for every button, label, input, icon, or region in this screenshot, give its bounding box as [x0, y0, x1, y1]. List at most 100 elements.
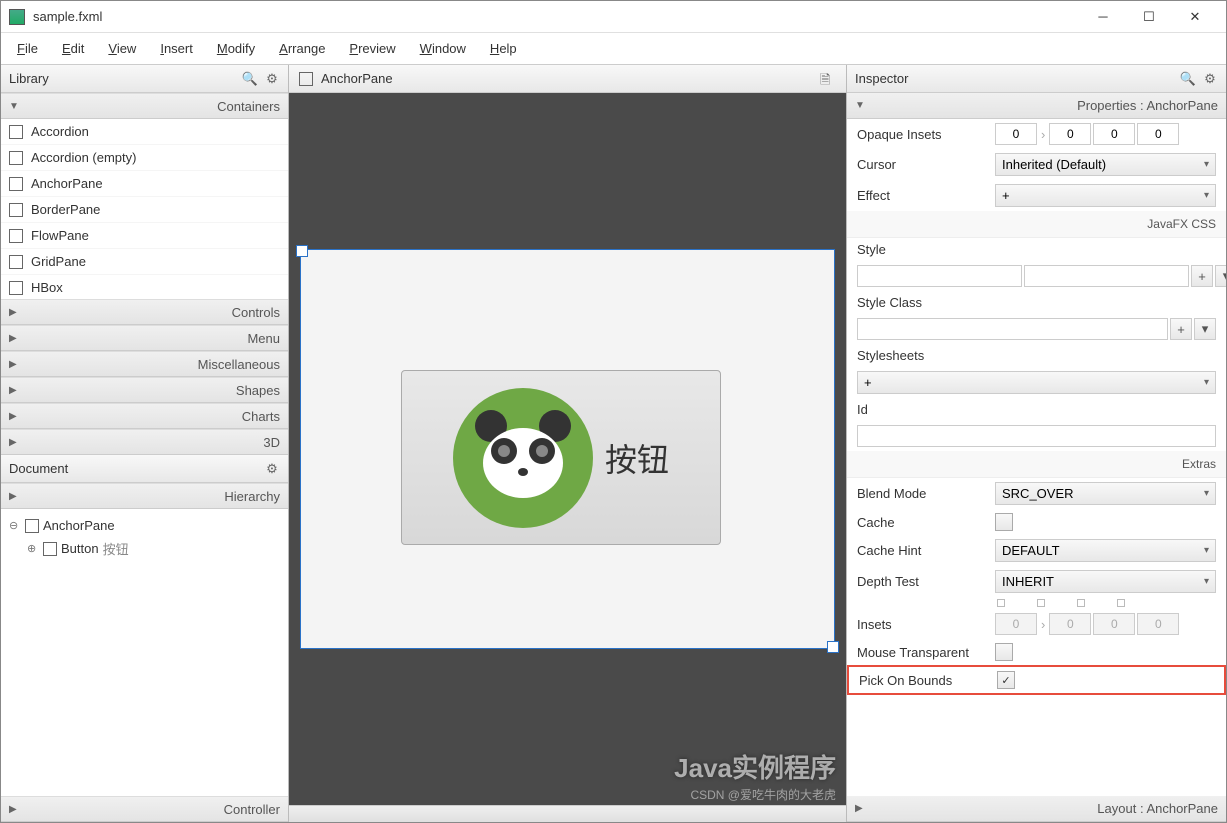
document-header: Document ⚙	[1, 455, 288, 483]
demo-button[interactable]: 按钮	[401, 370, 721, 545]
properties-section[interactable]: ▼Properties : AnchorPane	[847, 93, 1226, 119]
style-menu-button[interactable]: ▾	[1215, 265, 1226, 287]
collapse-icon[interactable]: ⊖	[9, 519, 21, 532]
inspector-header: Inspector 🔍 ⚙	[847, 65, 1226, 93]
canvas-area[interactable]: 按钮 Java实例程序 CSDN @爱吃牛肉的大老虎	[289, 93, 846, 805]
lib-item-gridpane[interactable]: GridPane	[1, 249, 288, 275]
library-header: Library 🔍 ⚙	[1, 65, 288, 93]
expand-icon[interactable]: ⊕	[27, 542, 39, 555]
section-shapes[interactable]: ▶Shapes	[1, 377, 288, 403]
button-text: 按钮	[605, 435, 669, 481]
menu-edit[interactable]: Edit	[62, 41, 84, 56]
section-3d[interactable]: ▶3D	[1, 429, 288, 455]
maximize-button[interactable]: ☐	[1126, 2, 1172, 32]
menu-window[interactable]: Window	[420, 41, 466, 56]
lib-item-hbox[interactable]: HBox	[1, 275, 288, 299]
gear-icon[interactable]: ⚙	[264, 461, 280, 477]
containers-list: Accordion Accordion (empty) AnchorPane B…	[1, 119, 288, 299]
cache-hint-combo[interactable]: DEFAULT	[995, 539, 1216, 562]
center-panel: AnchorPane 🗎 按钮 Java实例程序 CSDN @爱吃牛肉的大老虎	[289, 65, 846, 822]
row-blend-mode: Blend Mode SRC_OVER	[847, 478, 1226, 509]
lib-item-borderpane[interactable]: BorderPane	[1, 197, 288, 223]
style-class-input[interactable]	[857, 318, 1168, 340]
lib-item-accordion-empty[interactable]: Accordion (empty)	[1, 145, 288, 171]
cursor-combo[interactable]: Inherited (Default)	[995, 153, 1216, 176]
cache-checkbox[interactable]	[995, 513, 1013, 531]
button-icon	[43, 542, 57, 556]
menu-arrange[interactable]: Arrange	[279, 41, 325, 56]
inset-field	[1137, 613, 1179, 635]
canvas-header: AnchorPane 🗎	[289, 65, 846, 93]
section-hierarchy[interactable]: ▶Hierarchy	[1, 483, 288, 509]
row-opaque-insets: Opaque Insets ›	[847, 119, 1226, 149]
add-class-button[interactable]: +	[1170, 318, 1192, 340]
style-value[interactable]	[1024, 265, 1189, 287]
menu-help[interactable]: Help	[490, 41, 517, 56]
row-depth-test: Depth Test INHERIT	[847, 566, 1226, 597]
blend-mode-combo[interactable]: SRC_OVER	[995, 482, 1216, 505]
class-menu-button[interactable]: ▾	[1194, 318, 1216, 340]
search-icon[interactable]: 🔍	[242, 71, 258, 87]
inset-top[interactable]	[995, 123, 1037, 145]
pick-on-bounds-checkbox[interactable]: ✓	[997, 671, 1015, 689]
container-icon	[9, 229, 23, 243]
lib-item-flowpane[interactable]: FlowPane	[1, 223, 288, 249]
tree-root[interactable]: ⊖ AnchorPane	[5, 515, 284, 536]
section-containers[interactable]: ▼Containers	[1, 93, 288, 119]
stylesheets-combo[interactable]: +	[857, 371, 1216, 394]
row-cache-hint: Cache Hint DEFAULT	[847, 535, 1226, 566]
tree-child[interactable]: ⊕ Button 按钮	[5, 536, 284, 561]
effect-combo[interactable]: +	[995, 184, 1216, 207]
menubar: File Edit View Insert Modify Arrange Pre…	[1, 33, 1226, 65]
section-misc[interactable]: ▶Miscellaneous	[1, 351, 288, 377]
lib-item-anchorpane[interactable]: AnchorPane	[1, 171, 288, 197]
container-icon	[9, 125, 23, 139]
close-button[interactable]: ✕	[1172, 2, 1218, 32]
depth-test-combo[interactable]: INHERIT	[995, 570, 1216, 593]
row-effect: Effect +	[847, 180, 1226, 211]
inset-right[interactable]	[1049, 123, 1091, 145]
row-insets: Insets ›	[847, 609, 1226, 639]
search-icon[interactable]: 🔍	[1180, 71, 1196, 87]
inset-left[interactable]	[1137, 123, 1179, 145]
minimize-button[interactable]: ─	[1080, 2, 1126, 32]
inset-bottom[interactable]	[1093, 123, 1135, 145]
menu-file[interactable]: File	[17, 41, 38, 56]
window-title: sample.fxml	[33, 9, 1080, 24]
section-charts[interactable]: ▶Charts	[1, 403, 288, 429]
artboard[interactable]: 按钮	[300, 249, 835, 649]
titlebar: sample.fxml ─ ☐ ✕	[1, 1, 1226, 33]
section-menu[interactable]: ▶Menu	[1, 325, 288, 351]
style-key[interactable]	[857, 265, 1022, 287]
library-title: Library	[9, 71, 49, 86]
row-cache: Cache	[847, 509, 1226, 535]
app-icon	[9, 9, 25, 25]
canvas-root-label: AnchorPane	[321, 71, 393, 86]
lib-item-accordion[interactable]: Accordion	[1, 119, 288, 145]
mouse-transparent-checkbox[interactable]	[995, 643, 1013, 661]
row-mouse-transparent: Mouse Transparent	[847, 639, 1226, 665]
document-icon[interactable]: 🗎	[820, 71, 836, 87]
anchorpane-icon	[25, 519, 39, 533]
section-controller[interactable]: ▶Controller	[1, 796, 288, 822]
inset-field	[1093, 613, 1135, 635]
row-style: Style	[847, 238, 1226, 261]
add-style-button[interactable]: +	[1191, 265, 1213, 287]
container-icon	[9, 281, 23, 295]
menu-insert[interactable]: Insert	[160, 41, 193, 56]
container-icon	[9, 177, 23, 191]
layout-section[interactable]: ▶Layout : AnchorPane	[847, 796, 1226, 822]
menu-view[interactable]: View	[108, 41, 136, 56]
menu-modify[interactable]: Modify	[217, 41, 255, 56]
section-controls[interactable]: ▶Controls	[1, 299, 288, 325]
panda-image	[453, 388, 593, 528]
container-icon	[9, 203, 23, 217]
gear-icon[interactable]: ⚙	[1202, 71, 1218, 87]
row-pick-on-bounds: Pick On Bounds ✓	[847, 665, 1226, 695]
extras-label: Extras	[847, 451, 1226, 478]
gear-icon[interactable]: ⚙	[264, 71, 280, 87]
inspector-panel: Inspector 🔍 ⚙ ▼Properties : AnchorPane O…	[846, 65, 1226, 822]
id-input[interactable]	[857, 425, 1216, 447]
menu-preview[interactable]: Preview	[349, 41, 395, 56]
horizontal-scrollbar[interactable]	[289, 805, 846, 822]
